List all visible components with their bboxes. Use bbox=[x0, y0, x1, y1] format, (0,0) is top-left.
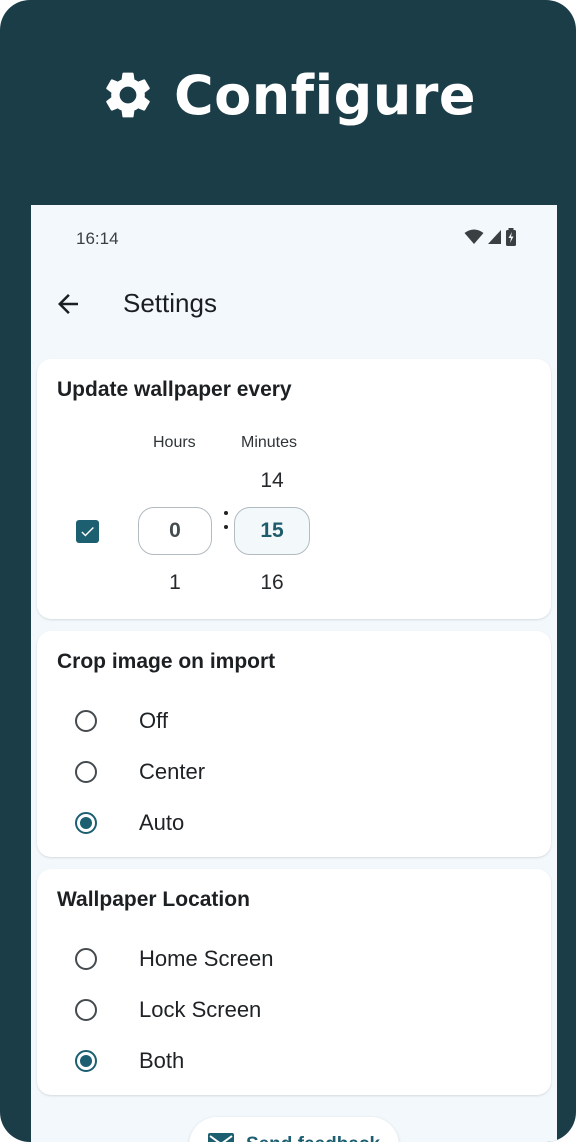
crop-option-center[interactable]: Center bbox=[75, 752, 535, 792]
battery-charging-icon bbox=[505, 228, 517, 251]
hero-title: Configure bbox=[173, 63, 477, 127]
crop-option-label: Center bbox=[139, 759, 206, 784]
hours-next-value[interactable]: 1 bbox=[138, 571, 212, 595]
radio-button[interactable] bbox=[75, 761, 97, 783]
minutes-picker[interactable]: 15 bbox=[234, 507, 310, 555]
location-option-both[interactable]: Both bbox=[75, 1041, 535, 1081]
location-title: Wallpaper Location bbox=[57, 888, 250, 911]
hero-header: Configure bbox=[0, 58, 576, 132]
hours-picker[interactable]: 0 bbox=[138, 507, 212, 555]
cell-signal-icon bbox=[487, 229, 502, 250]
status-bar: 16:14 bbox=[31, 205, 557, 271]
location-option-label: Home Screen bbox=[139, 946, 274, 971]
location-option-label: Lock Screen bbox=[139, 997, 262, 1022]
radio-button-selected[interactable] bbox=[75, 812, 97, 834]
crop-title: Crop image on import bbox=[57, 650, 276, 673]
check-icon bbox=[81, 526, 94, 537]
promo-frame: Configure 16:14 Settings Update wallpape… bbox=[0, 0, 576, 1142]
location-option-label: Both bbox=[139, 1048, 185, 1073]
radio-button[interactable] bbox=[75, 948, 97, 970]
location-card: Wallpaper Location Home Screen Lock Scre… bbox=[37, 869, 551, 1095]
gear-icon bbox=[100, 67, 156, 123]
status-icons bbox=[464, 228, 517, 251]
location-option-lock[interactable]: Lock Screen bbox=[75, 990, 535, 1030]
crop-option-label: Off bbox=[139, 708, 168, 733]
crop-card: Crop image on import Off Center Auto bbox=[37, 631, 551, 857]
minutes-previous-value[interactable]: 14 bbox=[234, 469, 310, 493]
radio-button-selected[interactable] bbox=[75, 1050, 97, 1072]
mail-icon bbox=[207, 1132, 234, 1142]
minutes-label: Minutes bbox=[241, 434, 298, 451]
radio-button[interactable] bbox=[75, 999, 97, 1021]
app-bar: Settings bbox=[31, 271, 557, 339]
phone-screen: 16:14 Settings Update wallpaper every Ho… bbox=[31, 205, 557, 1142]
page-title: Settings bbox=[123, 288, 217, 318]
crop-option-auto[interactable]: Auto bbox=[75, 803, 535, 843]
location-option-home[interactable]: Home Screen bbox=[75, 939, 535, 979]
hours-label: Hours bbox=[153, 434, 196, 451]
minutes-next-value[interactable]: 16 bbox=[234, 571, 310, 595]
wifi-icon bbox=[464, 229, 484, 250]
update-interval-title: Update wallpaper every bbox=[57, 378, 292, 401]
crop-option-label: Auto bbox=[139, 810, 185, 835]
send-feedback-label: Send feedback bbox=[246, 1134, 380, 1142]
crop-option-off[interactable]: Off bbox=[75, 701, 535, 741]
radio-button[interactable] bbox=[75, 710, 97, 732]
update-enabled-checkbox[interactable] bbox=[76, 520, 99, 543]
arrow-back-icon[interactable] bbox=[53, 289, 83, 319]
status-time: 16:14 bbox=[76, 229, 119, 248]
time-separator bbox=[222, 507, 230, 541]
update-interval-card: Update wallpaper every Hours Minutes 0 1… bbox=[37, 359, 551, 619]
send-feedback-button[interactable]: Send feedback bbox=[189, 1117, 399, 1142]
